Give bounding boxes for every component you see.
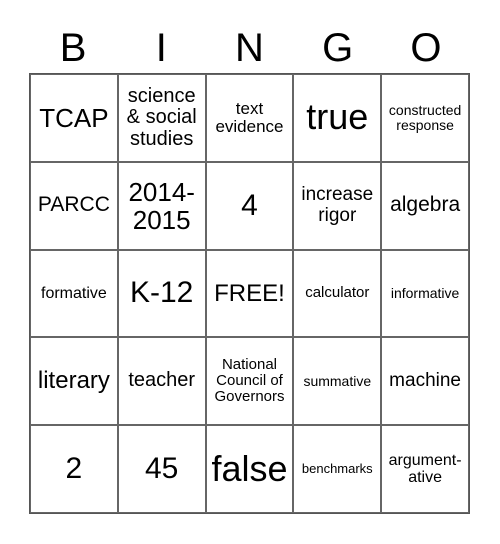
bingo-cell: benchmarks [293,425,382,513]
bingo-cell: summative [293,337,382,426]
bingo-cell: increase rigor [293,161,382,250]
free-space: FREE! [205,249,294,338]
bingo-cell: constructed response [381,74,469,162]
bingo-cell: true [293,74,382,162]
bingo-cell: 2 [30,425,118,513]
bingo-cell: TCAP [30,74,118,162]
bingo-cell: 4 [205,161,294,250]
bingo-cell: false [205,425,294,513]
header-letter-n: N [235,26,264,70]
bingo-cell: National Council of Governors [205,337,294,426]
bingo-cell: literary [30,337,118,426]
bingo-cell: text evidence [205,74,294,162]
header-letter-g: G [322,26,354,70]
bingo-cell: 2014-2015 [117,161,206,250]
header-letter-i: I [155,26,167,70]
bingo-cell: PARCC [30,161,118,250]
bingo-cell: argument-ative [381,425,469,513]
bingo-cell: formative [30,249,118,338]
header-letter-o: O [410,26,442,70]
bingo-cell: machine [381,337,469,426]
bingo-cell: teacher [117,337,206,426]
bingo-cell: informative [381,249,469,338]
bingo-header: B I N G O [29,26,470,70]
bingo-grid: TCAP science & social studies text evide… [29,73,470,514]
bingo-cell: calculator [293,249,382,338]
bingo-cell: algebra [381,161,469,250]
bingo-cell: science & social studies [117,74,206,162]
bingo-cell: 45 [117,425,206,513]
bingo-cell: K-12 [117,249,206,338]
header-letter-b: B [59,26,87,70]
